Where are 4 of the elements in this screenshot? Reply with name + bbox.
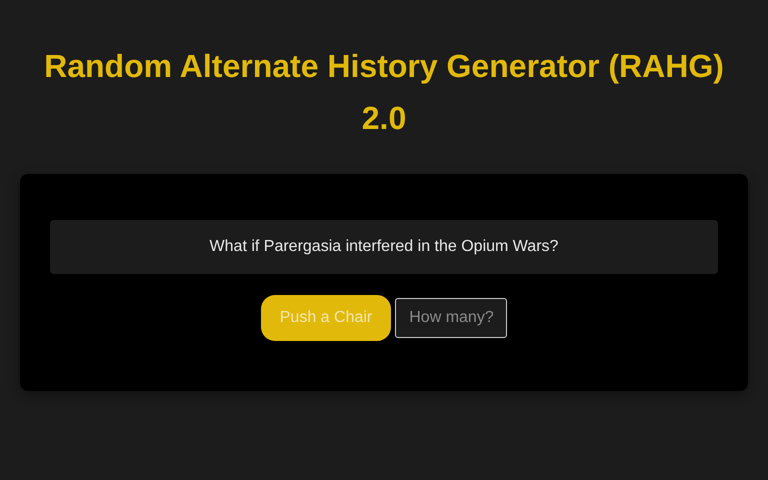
question-text: What if Parergasia interfered in the Opium Wars? — [50, 220, 718, 274]
page-title: Random Alternate History Generator (RAHG) 2.0 — [43, 47, 725, 138]
generate-button[interactable]: Push a Chair — [260, 295, 392, 341]
count-input-field[interactable]: How many? — [395, 298, 508, 338]
